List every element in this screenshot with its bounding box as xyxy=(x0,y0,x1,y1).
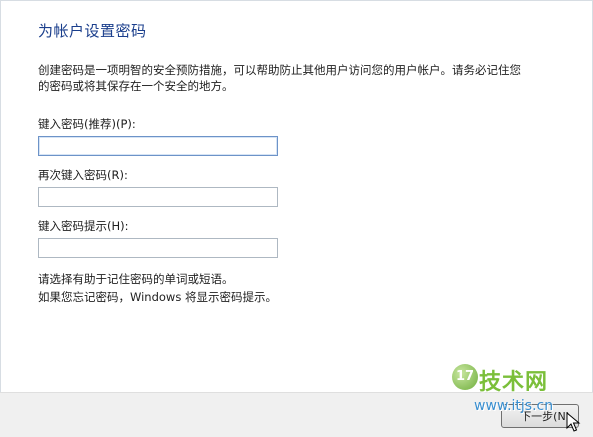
description-line: 的密码或将其保存在一个安全的地方。 xyxy=(38,79,234,93)
description-line: 创建密码是一项明智的安全预防措施，可以帮助防止其他用户访问您的用户帐户。请务必记… xyxy=(38,63,521,77)
description-text: 创建密码是一项明智的安全预防措施，可以帮助防止其他用户访问您的用户帐户。请务必记… xyxy=(38,62,558,94)
confirm-password-input[interactable] xyxy=(38,187,278,207)
password-hint-input[interactable] xyxy=(38,238,278,258)
mouse-cursor-icon xyxy=(566,412,581,432)
password-label: 键入密码(推荐)(P): xyxy=(38,117,136,131)
hint-instructions: 请选择有助于记住密码的单词或短语。 如果您忘记密码，Windows 将显示密码提… xyxy=(38,270,277,306)
password-hint-label: 键入密码提示(H): xyxy=(38,219,129,233)
hint-line: 如果您忘记密码，Windows 将显示密码提示。 xyxy=(38,290,277,304)
hint-line: 请选择有助于记住密码的单词或短语。 xyxy=(38,272,234,286)
password-input[interactable] xyxy=(38,136,278,156)
page-title: 为帐户设置密码 xyxy=(38,22,147,40)
confirm-password-label: 再次键入密码(R): xyxy=(38,168,128,182)
